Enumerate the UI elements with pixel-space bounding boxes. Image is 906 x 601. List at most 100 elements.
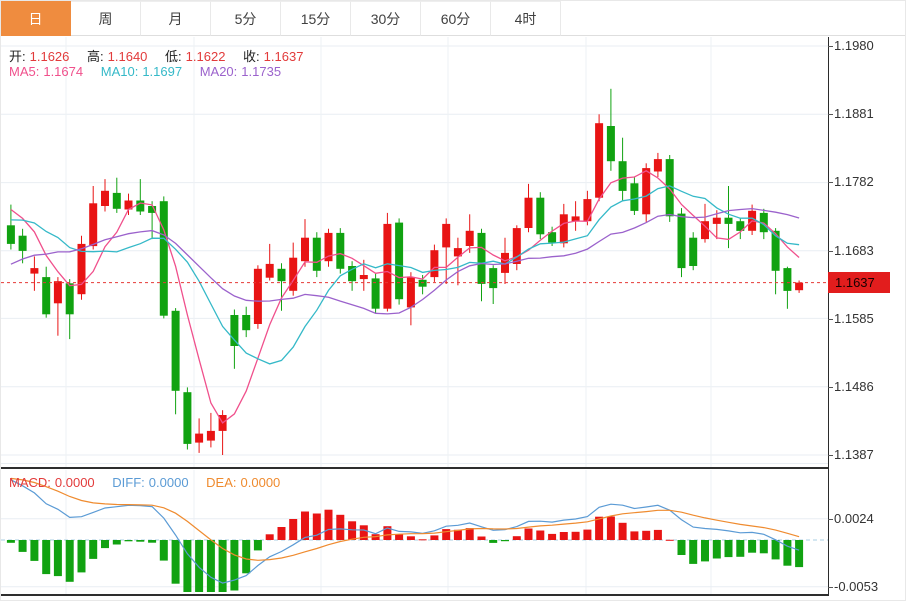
tab-label: 月 [169,9,183,29]
tab-30min[interactable]: 30分 [351,1,421,36]
candle-body [336,233,344,269]
macd-bar [289,519,297,540]
macd-bar [572,532,580,540]
candle-body [407,277,415,307]
price-axis-line [828,37,829,596]
macd-bar [607,517,615,541]
candle-body [89,203,97,246]
candle-body [278,269,286,281]
candle-body [466,231,474,246]
candle-body [54,281,62,303]
ma-line [11,171,799,423]
tab-4hour[interactable]: 4时 [491,1,561,36]
candle-body [101,191,109,206]
price-tick: 1.1782 [834,174,874,190]
macd-tick: -0.0053 [834,579,878,595]
macd-tick: 0.0024 [834,511,874,527]
open-value: 1.1626 [30,49,70,64]
tab-5min[interactable]: 5分 [211,1,281,36]
ma-line [11,186,799,364]
macd-bar [30,540,38,561]
price-tick: 1.1387 [834,447,874,463]
macd-bar [242,540,250,573]
macd-bar [736,540,744,557]
candle-body [242,315,250,330]
ma5-value: 1.1674 [43,64,83,79]
macd-bar [207,540,215,592]
candle-body [183,392,191,444]
macd-bar [430,535,438,540]
candle-body [230,315,238,346]
macd-bar [407,536,415,540]
high-label: 高: [87,49,104,64]
close-label: 收: [243,49,260,64]
macd-bar [301,512,309,541]
candle-body [560,214,568,243]
macd-line [11,480,799,583]
macd-bar [642,531,650,540]
macd-bar [89,540,97,559]
candle-body [689,238,697,266]
macd-bar [701,540,709,561]
macd-bar [442,529,450,540]
macd-bar [548,534,556,540]
macd-bar [536,531,544,541]
macd-bar [254,540,262,550]
candle-body [525,198,533,228]
macd-bar [666,540,674,541]
macd-bar [183,540,191,592]
tab-label: 日 [29,9,43,29]
tab-day[interactable]: 日 [1,1,71,36]
macd-bar [325,510,333,540]
macd-bar [195,540,203,592]
candle-body [254,269,262,324]
price-tick: 1.1881 [834,106,874,122]
candle-body [430,250,438,277]
low-label: 低: [165,49,182,64]
macd-bar [148,540,156,543]
ma5-label: MA5: [9,64,39,79]
candle-body [383,224,391,309]
candle-body [30,268,38,274]
macd-bar [113,540,121,545]
macd-bar [501,540,509,541]
candle-body [489,268,497,288]
macd-bar [630,531,638,540]
macd-bar [395,534,403,540]
panel-divider [1,467,829,469]
open-label: 开: [9,49,26,64]
tab-month[interactable]: 月 [141,1,211,36]
tab-week[interactable]: 周 [71,1,141,36]
macd-bar [783,540,791,566]
tab-60min[interactable]: 60分 [421,1,491,36]
timeframe-tabbar: 日 周 月 5分 15分 30分 60分 4时 [1,1,905,36]
macd-bar [125,540,133,541]
candle-body [172,311,180,391]
macd-bar [419,539,427,540]
dea-label: DEA: [206,475,236,490]
macd-bar [689,540,697,564]
candle-body [66,283,74,314]
macd-bar [230,540,238,591]
candle-body [19,236,27,251]
macd-bar [466,528,474,540]
macd-value: 0.0000 [55,475,95,490]
candle-body [266,264,274,278]
tab-label: 60分 [441,9,471,29]
macd-bar [54,540,62,576]
candlestick-chart[interactable] [1,37,829,467]
macd-bar [489,540,497,543]
macd-legend: MACD:0.0000 DIFF:0.0000 DEA:0.0000 [9,475,284,490]
macd-bar [7,540,15,543]
tab-15min[interactable]: 15分 [281,1,351,36]
candle-body [619,161,627,191]
macd-bar [160,540,168,561]
kline-widget: 日 周 月 5分 15分 30分 60分 4时 1.1980 1.1881 1.… [0,0,906,601]
ohlc-legend: 开:1.1626 高:1.1640 低:1.1622 收:1.1637 [9,46,307,65]
candle-body [678,214,686,269]
low-value: 1.1622 [186,49,226,64]
candle-body [195,434,203,443]
candle-body [113,193,121,209]
candle-body [360,275,368,279]
candle-body [313,238,321,271]
